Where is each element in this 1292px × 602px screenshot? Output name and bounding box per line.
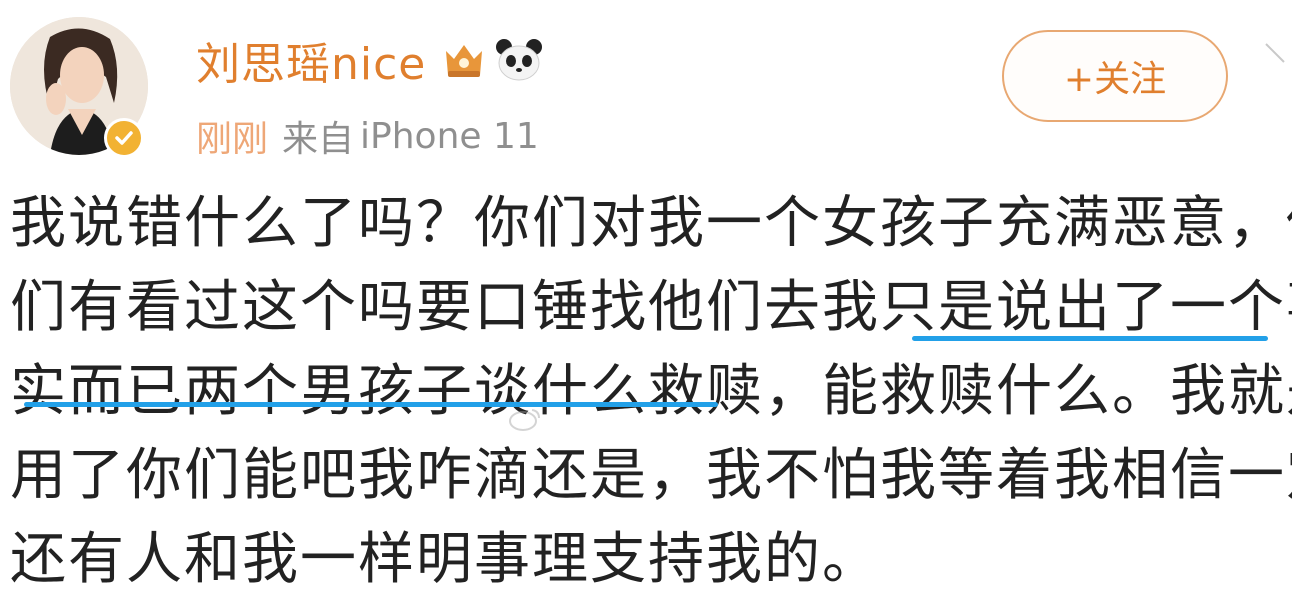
username-row: 刘思瑶nice xyxy=(196,30,544,90)
vip-crown-icon xyxy=(446,45,483,77)
highlight-underline xyxy=(912,336,1268,341)
follow-button[interactable]: +关注 xyxy=(1002,30,1228,122)
follow-button-label: +关注 xyxy=(1063,59,1167,100)
username[interactable]: 刘思瑶nice xyxy=(196,28,426,92)
post-meta: 刚刚 来自 iPhone 11 xyxy=(196,108,539,164)
post-text-line: 还有人和我一样明事理支持我的。 xyxy=(10,527,880,592)
weibo-logo-icon xyxy=(509,409,540,431)
highlight-underline xyxy=(24,402,718,407)
post-time: 刚刚 xyxy=(196,119,269,160)
panda-emoji-icon xyxy=(496,39,543,81)
chevron-down-icon[interactable] xyxy=(1262,40,1288,66)
watermark xyxy=(508,406,542,438)
source-device: iPhone 11 xyxy=(360,115,539,157)
post-text-line: 我说错什么了吗？你们对我一个女孩子充满恶意，你 xyxy=(10,191,1292,256)
post-header: 刘思瑶nice 刚刚 来自 iPhone 11 +关注 xyxy=(0,0,1292,180)
post-text-line: 用了你们能吧我咋滴还是，我不怕我等着我相信一定 xyxy=(10,443,1292,508)
source-prefix: 来自 xyxy=(282,119,355,160)
verified-badge-icon xyxy=(104,118,144,158)
post-text-line: 实而已两个男孩子谈什么救赎，能救赎什么。我就是 xyxy=(10,359,1292,424)
